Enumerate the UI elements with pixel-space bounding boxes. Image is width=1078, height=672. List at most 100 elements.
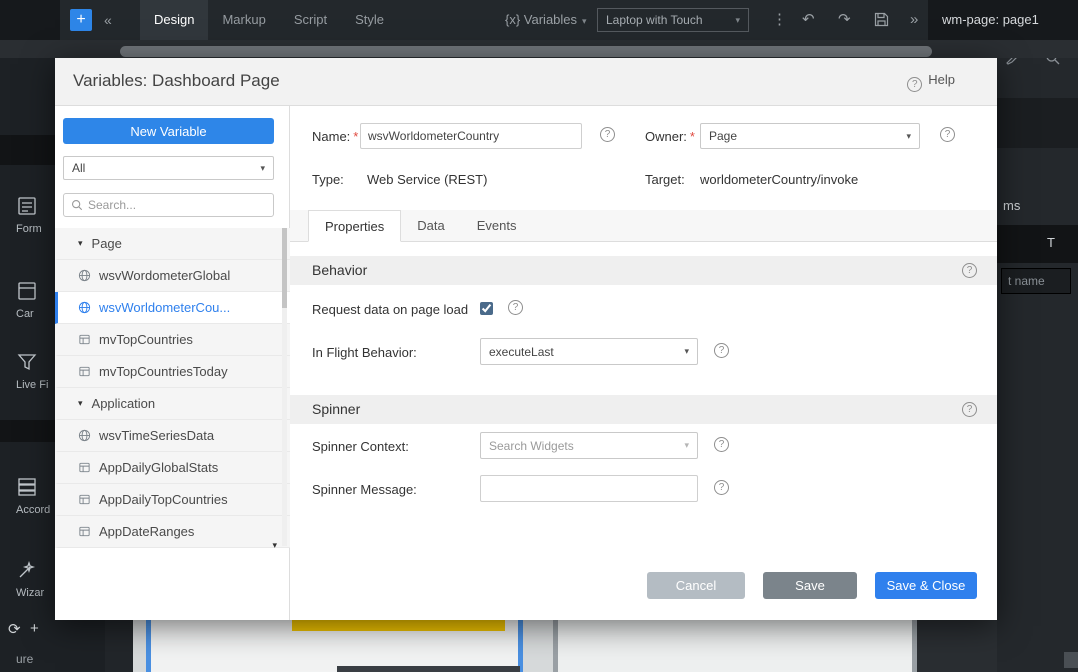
variable-item-label: AppDailyGlobalStats	[99, 460, 218, 475]
model-variable-icon	[78, 365, 91, 378]
variable-list-item[interactable]: AppDailyTopCountries	[55, 484, 290, 516]
spinner-context-label: Spinner Context:	[312, 439, 409, 454]
variable-search[interactable]	[63, 193, 274, 217]
owner-label-text: Owner:	[645, 129, 687, 144]
variable-list-item[interactable]: wsvWordometerGlobal	[55, 260, 290, 292]
variable-group-application[interactable]: ▾ Application	[55, 388, 290, 420]
spinner-section-header: Spinner ?	[290, 395, 997, 424]
form-widget-icon	[16, 195, 38, 217]
save-icon[interactable]	[874, 12, 889, 31]
model-variable-icon	[78, 525, 91, 538]
spinner-context-combobox[interactable]: Search Widgets ▾	[480, 432, 698, 459]
variable-group-label: Application	[92, 396, 156, 411]
help-icon[interactable]: ?	[940, 127, 955, 142]
plus-icon[interactable]: +	[30, 620, 39, 637]
variables-dialog: Variables: Dashboard Page ?Help New Vari…	[55, 58, 997, 620]
help-icon[interactable]: ?	[714, 480, 729, 495]
top-toolbar: + « Design Markup Script Style {x} Varia…	[0, 0, 1078, 40]
type-value: Web Service (REST)	[367, 172, 487, 187]
variable-list-item[interactable]: mvTopCountriesToday	[55, 356, 290, 388]
behavior-section-header: Behavior ?	[290, 256, 997, 285]
inflight-behavior-value: executeLast	[489, 345, 554, 359]
tab-markup[interactable]: Markup	[208, 0, 279, 40]
help-icon[interactable]: ?	[962, 263, 977, 278]
variable-item-label: mvTopCountriesToday	[99, 364, 228, 379]
cancel-button[interactable]: Cancel	[647, 572, 745, 599]
chevron-down-icon: ▾	[260, 163, 265, 174]
variables-list-panel: New Variable All ▾ ▾ Page wsvWordometerG…	[55, 106, 290, 620]
help-icon[interactable]: ?	[508, 300, 523, 315]
canvas-top-strip	[0, 40, 1078, 58]
variable-list-item[interactable]: mvTopCountries	[55, 324, 290, 356]
canvas-column	[558, 620, 912, 672]
list-scroll-down-icon[interactable]: ▾	[272, 540, 277, 551]
variable-list-item-selected[interactable]: wsvWorldometerCou...	[55, 292, 290, 324]
tab-properties[interactable]: Properties	[308, 210, 401, 242]
canvas-top-bar	[120, 46, 932, 57]
tab-events[interactable]: Events	[461, 210, 533, 241]
tab-script[interactable]: Script	[280, 0, 341, 40]
expand-icon[interactable]: »	[910, 0, 918, 40]
structure-tab-fragment[interactable]: ure	[16, 652, 33, 666]
right-panel-input-fragment[interactable]: t name	[1001, 268, 1071, 294]
canvas-scrollbar[interactable]	[553, 620, 558, 672]
variable-filter-select[interactable]: All ▾	[63, 156, 274, 180]
variable-item-label: wsvWordometerGlobal	[99, 268, 230, 283]
save-button[interactable]: Save	[763, 572, 857, 599]
request-data-checkbox[interactable]	[480, 302, 493, 315]
help-link[interactable]: ?Help	[907, 72, 955, 92]
editor-tabs: Design Markup Script Style	[140, 0, 398, 40]
spinner-context-placeholder: Search Widgets	[489, 439, 574, 453]
undo-icon[interactable]: ↶	[802, 0, 815, 40]
spinner-message-label: Spinner Message:	[312, 482, 417, 497]
live-filter-widget-icon	[16, 351, 38, 373]
device-selector[interactable]: Laptop with Touch ▾	[597, 8, 749, 32]
help-icon[interactable]: ?	[600, 127, 615, 142]
model-variable-icon	[78, 493, 91, 506]
redo-icon[interactable]: ↷	[838, 0, 851, 40]
save-and-close-button[interactable]: Save & Close	[875, 572, 977, 599]
variable-list-item[interactable]: AppDateRanges	[55, 516, 290, 548]
wavemaker-studio: + « Design Markup Script Style {x} Varia…	[0, 0, 1078, 672]
chevron-down-icon: ▾	[684, 440, 689, 451]
refresh-icon[interactable]: ⟳	[8, 620, 21, 638]
right-properties-panel: ms T t name	[997, 40, 1078, 672]
name-label-text: Name:	[312, 129, 350, 144]
more-menu-icon[interactable]: ⋮	[772, 0, 787, 40]
variable-list-item[interactable]: wsvTimeSeriesData	[55, 420, 290, 452]
help-icon: ?	[907, 77, 922, 92]
name-input[interactable]	[360, 123, 582, 149]
new-variable-button[interactable]: New Variable	[63, 118, 274, 144]
tab-data[interactable]: Data	[401, 210, 460, 241]
owner-select[interactable]: Page ▾	[700, 123, 920, 149]
dialog-title: Variables: Dashboard Page	[73, 71, 280, 91]
right-panel-scroll-fragment[interactable]	[1064, 652, 1078, 668]
variable-group-page[interactable]: ▾ Page	[55, 228, 290, 260]
page-badge: wm-page: page1	[928, 0, 1078, 40]
card-widget-icon	[16, 280, 38, 302]
type-label: Type:	[312, 172, 344, 187]
add-button[interactable]: +	[70, 9, 92, 31]
caret-down-icon: ▾	[78, 398, 83, 409]
webservice-variable-icon	[78, 269, 91, 282]
variable-search-input[interactable]	[88, 198, 266, 212]
tab-style[interactable]: Style	[341, 0, 398, 40]
spinner-message-input[interactable]	[480, 475, 698, 502]
chevron-down-icon: ▾	[582, 16, 587, 26]
variable-list-item[interactable]: AppDailyGlobalStats	[55, 452, 290, 484]
list-scrollbar[interactable]	[282, 228, 287, 546]
help-icon[interactable]: ?	[714, 437, 729, 452]
canvas-widget-fragment	[337, 666, 520, 672]
inflight-behavior-select[interactable]: executeLast ▾	[480, 338, 698, 365]
tab-design[interactable]: Design	[140, 0, 208, 40]
help-icon[interactable]: ?	[962, 402, 977, 417]
list-scrollbar-thumb[interactable]	[282, 228, 287, 308]
owner-label: Owner:*	[645, 129, 695, 144]
variables-menu[interactable]: {x} Variables▾	[505, 0, 587, 41]
help-icon[interactable]: ?	[714, 343, 729, 358]
collapse-icon[interactable]: «	[104, 0, 112, 40]
device-selector-value: Laptop with Touch	[606, 13, 703, 27]
target-value: worldometerCountry/invoke	[700, 172, 858, 187]
variable-filter-value: All	[72, 161, 85, 175]
variable-item-label: AppDateRanges	[99, 524, 194, 539]
